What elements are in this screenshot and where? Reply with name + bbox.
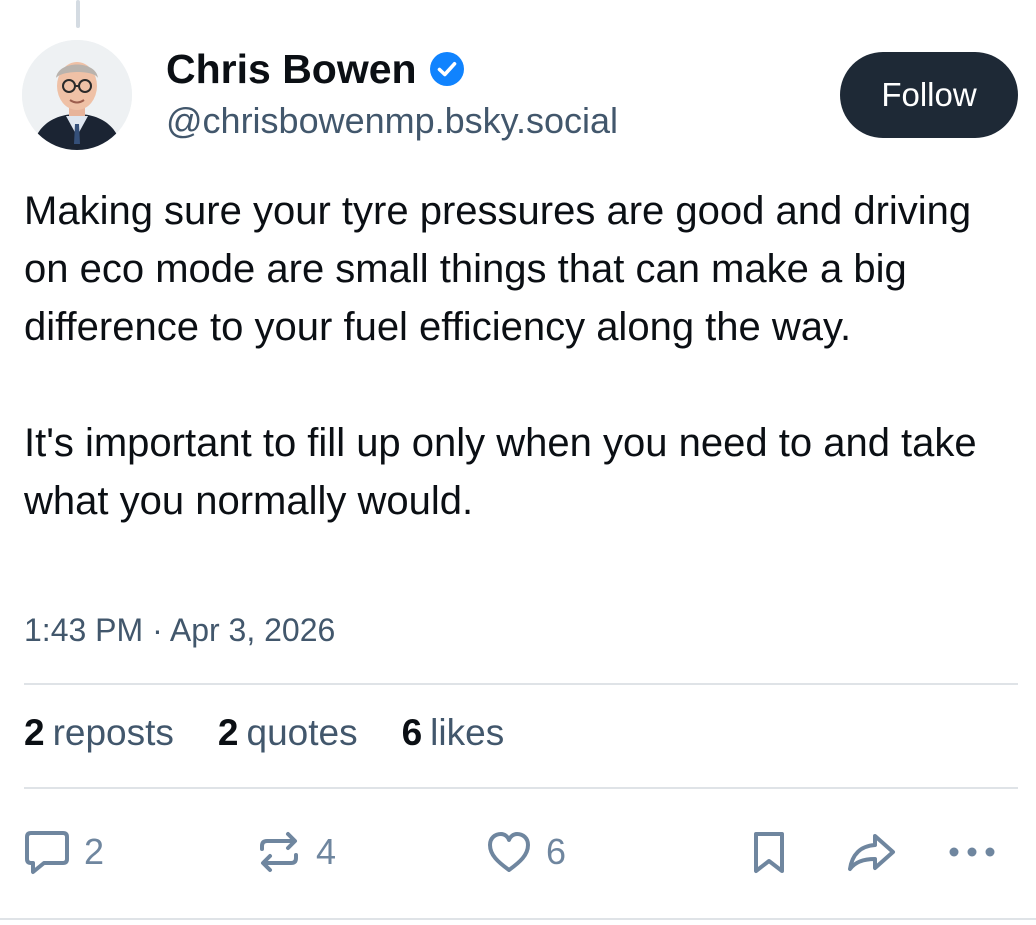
bookmark-button[interactable] (744, 826, 794, 878)
likes-stat[interactable]: 6 likes (402, 712, 505, 754)
divider (24, 787, 1018, 789)
more-dots-icon (949, 847, 995, 857)
likes-count: 6 (401, 712, 423, 753)
quotes-count: 2 (217, 712, 239, 753)
avatar[interactable] (22, 40, 132, 150)
post-paragraph: It's important to fill up only when you … (24, 421, 977, 523)
quotes-stat[interactable]: 2 quotes (218, 712, 358, 754)
quotes-label: quotes (246, 712, 358, 753)
avatar-photo (22, 40, 132, 150)
divider (24, 683, 1018, 685)
author-name-row: Chris Bowen (166, 44, 465, 94)
post-timestamp[interactable]: 1:43 PM · Apr 3, 2026 (24, 612, 335, 649)
share-arrow-icon (848, 834, 895, 871)
reply-button[interactable]: 2 (22, 826, 104, 878)
bookmark-icon (754, 832, 784, 873)
divider (0, 918, 1036, 920)
reply-count: 2 (84, 831, 105, 872)
reposts-count: 2 (24, 712, 45, 753)
verified-badge-icon[interactable] (429, 51, 465, 87)
post-paragraph: Making sure your tyre pressures are good… (24, 189, 972, 349)
repost-button[interactable]: 4 (254, 826, 336, 878)
author-handle[interactable]: @chrisbowenmp.bsky.social (166, 100, 618, 142)
more-options-button[interactable] (944, 826, 1000, 878)
like-count: 6 (546, 831, 567, 872)
likes-label: likes (430, 712, 505, 753)
share-button[interactable] (845, 826, 899, 878)
thread-connector-line (76, 0, 80, 28)
like-button[interactable]: 6 (484, 826, 566, 878)
reposts-stat[interactable]: 2 reposts (24, 712, 174, 754)
follow-button[interactable]: Follow (840, 52, 1018, 138)
heart-icon (488, 832, 530, 872)
reposts-label: reposts (52, 712, 174, 753)
repost-icon (260, 832, 298, 872)
reply-bubble-icon (25, 831, 69, 874)
engagement-stats: 2 reposts 2 quotes 6 likes (24, 712, 504, 754)
author-name[interactable]: Chris Bowen (166, 46, 417, 93)
repost-count: 4 (316, 831, 337, 872)
post-text: Making sure your tyre pressures are good… (24, 182, 1014, 530)
